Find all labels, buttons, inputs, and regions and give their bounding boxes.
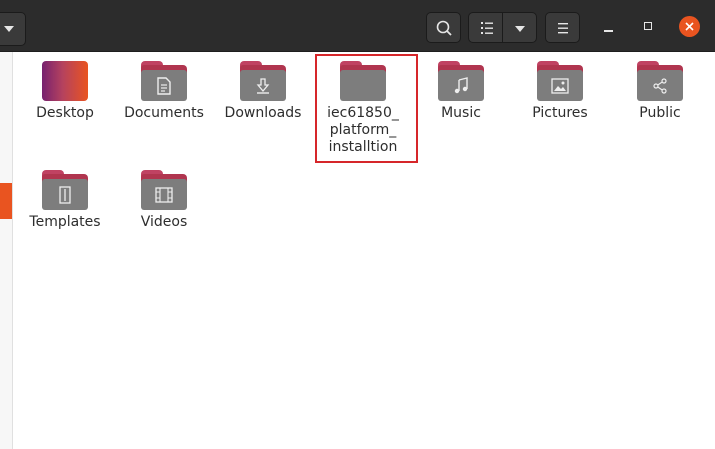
document-icon xyxy=(157,76,171,95)
close-button[interactable] xyxy=(679,16,700,37)
folder-label: Templates xyxy=(29,214,101,230)
folder-videos[interactable]: Videos xyxy=(117,160,211,231)
search-button[interactable] xyxy=(426,12,461,43)
folder-label: Desktop xyxy=(36,105,94,121)
maximize-button[interactable] xyxy=(638,17,660,37)
folder-public[interactable]: Public xyxy=(613,51,707,122)
download-icon xyxy=(256,77,270,94)
folder-icon xyxy=(637,61,683,101)
sidebar-active-item[interactable] xyxy=(0,183,12,219)
folder-label: Downloads xyxy=(224,105,302,121)
list-view-icon xyxy=(481,22,493,34)
folder-label: Music xyxy=(441,105,481,121)
folder-templates[interactable]: Templates xyxy=(18,160,112,231)
folder-label: Videos xyxy=(140,214,188,230)
selection-highlight-box xyxy=(315,54,418,163)
view-toggle-button[interactable] xyxy=(468,12,503,43)
search-icon xyxy=(436,20,452,36)
path-dropdown-button[interactable] xyxy=(0,12,26,46)
hamburger-menu-icon xyxy=(558,23,568,34)
folder-label: Public xyxy=(639,105,681,121)
folder-desktop[interactable]: Desktop xyxy=(18,51,112,122)
maximize-icon xyxy=(644,22,652,30)
view-options-button[interactable] xyxy=(502,12,537,43)
folder-icon xyxy=(141,170,187,210)
folder-icon xyxy=(438,61,484,101)
chevron-down-icon xyxy=(4,26,14,32)
music-note-icon xyxy=(454,76,468,93)
sidebar xyxy=(0,52,13,449)
desktop-folder-icon xyxy=(42,61,88,101)
folder-documents[interactable]: Documents xyxy=(117,51,211,122)
chevron-down-icon xyxy=(515,26,525,32)
image-icon xyxy=(551,77,569,94)
close-icon xyxy=(685,22,694,31)
template-icon xyxy=(59,185,71,204)
folder-pictures[interactable]: Pictures xyxy=(513,51,607,122)
minimize-icon xyxy=(604,30,613,32)
folder-music[interactable]: Music xyxy=(414,51,508,122)
folder-icon xyxy=(141,61,187,101)
film-icon xyxy=(155,186,173,203)
folder-icon xyxy=(42,170,88,210)
main-menu-button[interactable] xyxy=(545,12,580,43)
header-bar xyxy=(0,0,715,52)
share-icon xyxy=(653,77,667,94)
minimize-button[interactable] xyxy=(598,17,620,37)
folder-downloads[interactable]: Downloads xyxy=(216,51,310,122)
folder-label: Pictures xyxy=(532,105,588,121)
folder-icon xyxy=(537,61,583,101)
folder-label: Documents xyxy=(124,105,204,121)
folder-icon xyxy=(240,61,286,101)
